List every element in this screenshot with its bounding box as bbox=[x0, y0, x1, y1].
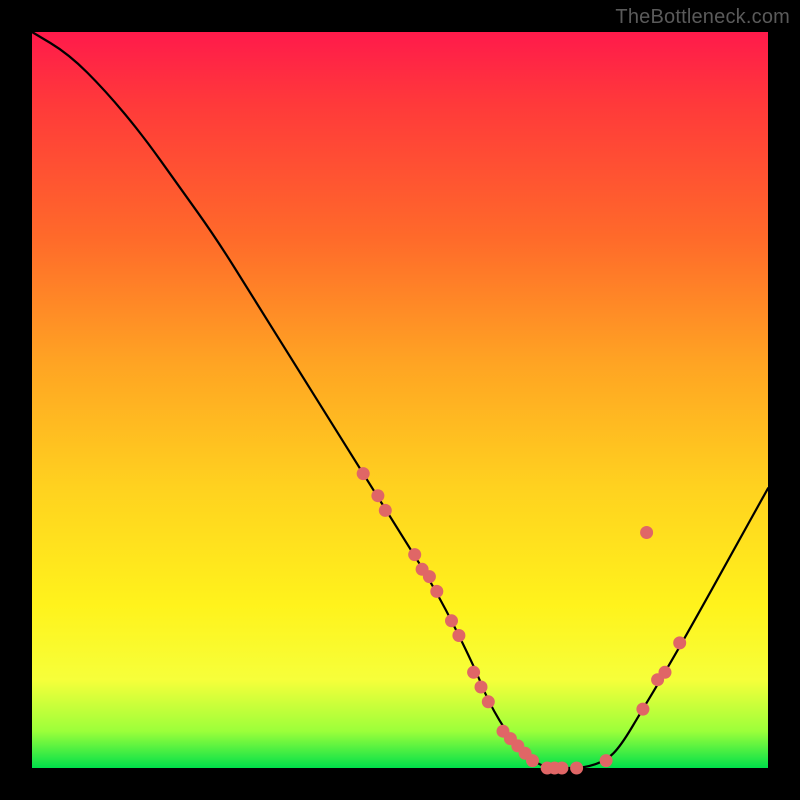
data-marker bbox=[555, 762, 568, 775]
data-marker bbox=[423, 570, 436, 583]
plot-area bbox=[32, 32, 768, 768]
data-marker bbox=[357, 467, 370, 480]
bottleneck-curve bbox=[32, 32, 768, 768]
data-marker bbox=[636, 703, 649, 716]
curve-layer bbox=[32, 32, 768, 768]
data-marker bbox=[482, 695, 495, 708]
data-marker bbox=[659, 666, 672, 679]
data-marker bbox=[371, 489, 384, 502]
data-marker bbox=[570, 762, 583, 775]
data-marker bbox=[408, 548, 421, 561]
chart-stage: TheBottleneck.com bbox=[0, 0, 800, 800]
data-marker bbox=[600, 754, 613, 767]
curve-markers bbox=[357, 467, 687, 774]
data-marker bbox=[452, 629, 465, 642]
curve-path bbox=[32, 32, 768, 768]
credits-label: TheBottleneck.com bbox=[615, 6, 790, 29]
data-marker bbox=[526, 754, 539, 767]
data-marker bbox=[673, 636, 686, 649]
data-marker bbox=[640, 526, 653, 539]
data-marker bbox=[379, 504, 392, 517]
data-marker bbox=[430, 585, 443, 598]
data-marker bbox=[475, 681, 488, 694]
data-marker bbox=[467, 666, 480, 679]
data-marker bbox=[445, 614, 458, 627]
